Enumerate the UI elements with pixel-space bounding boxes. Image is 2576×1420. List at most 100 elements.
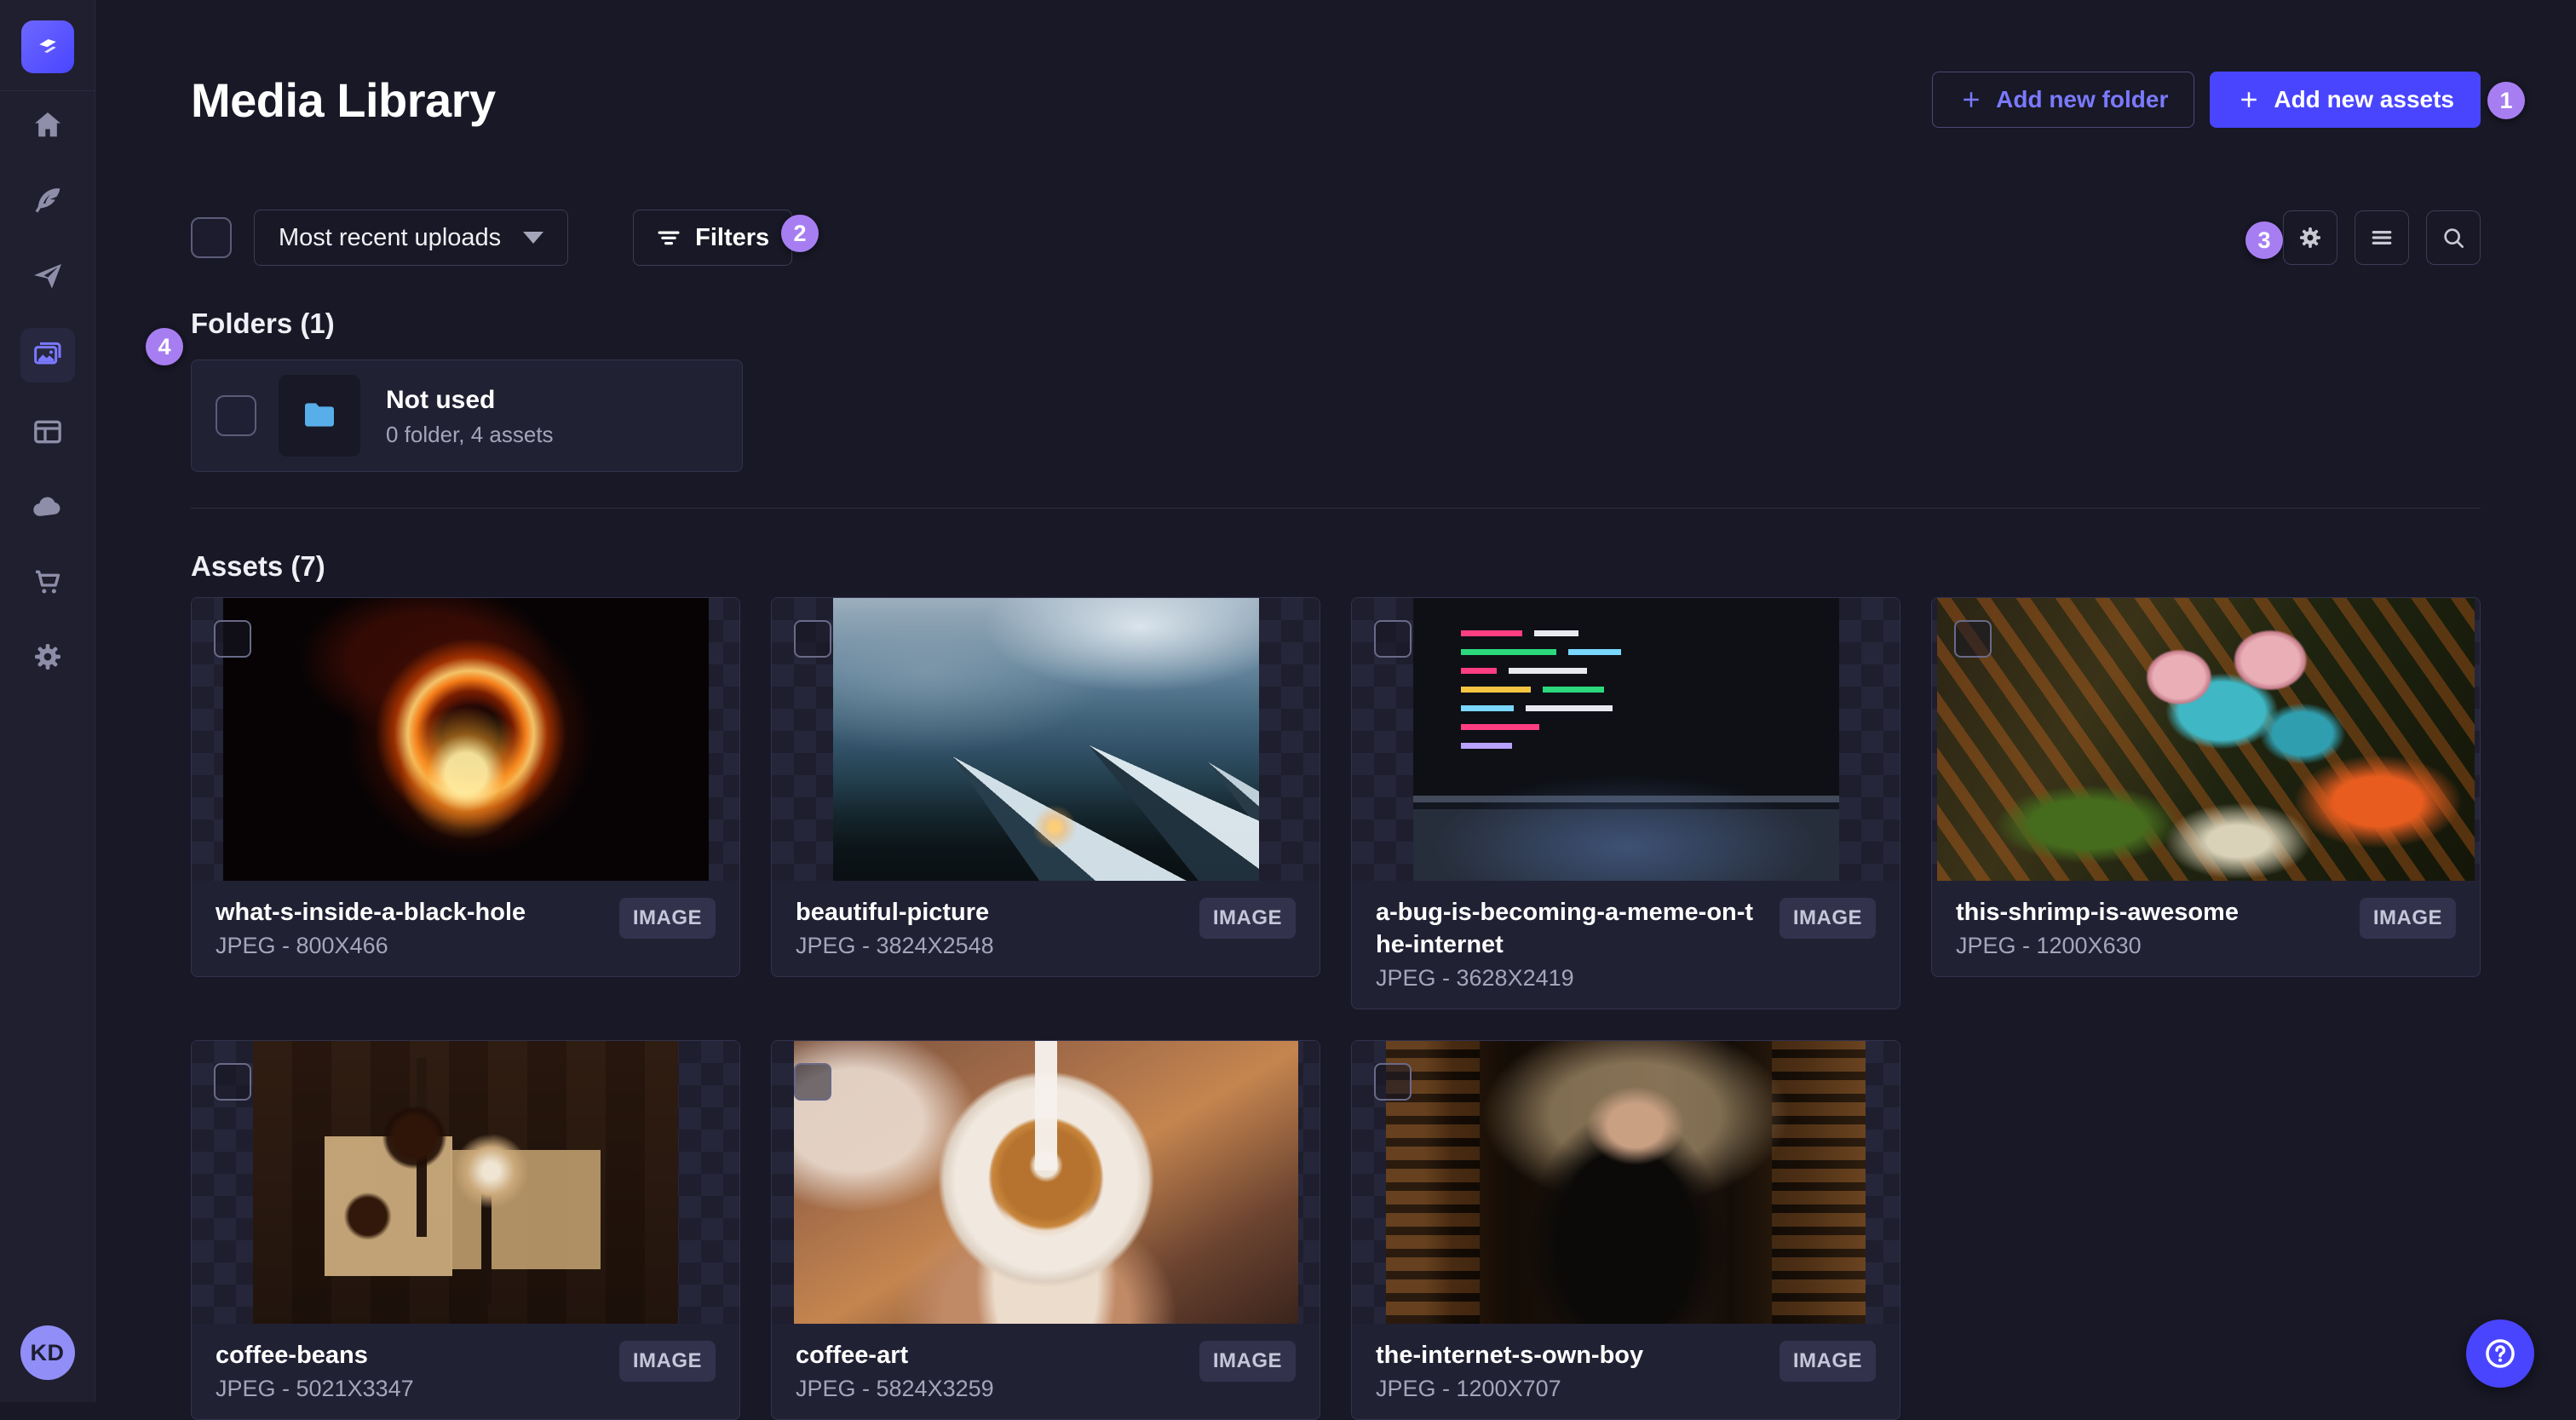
asset-checkbox[interactable]	[1374, 620, 1412, 658]
view-controls	[2283, 210, 2481, 265]
asset-thumbnail	[1352, 1041, 1900, 1324]
media-library-icon	[31, 336, 65, 375]
asset-title: a-bug-is-becoming-a-meme-on-the-internet	[1376, 896, 1768, 961]
help-icon	[2482, 1336, 2518, 1371]
annotation-mark-2: 2	[781, 215, 819, 252]
asset-info: beautiful-picture JPEG - 3824X2548 IMAGE	[772, 881, 1320, 976]
asset-card[interactable]: this-shrimp-is-awesome JPEG - 1200X630 I…	[1931, 597, 2481, 977]
section-divider	[191, 508, 2481, 509]
asset-meta: JPEG - 5021X3347	[216, 1375, 607, 1402]
asset-card[interactable]: what-s-inside-a-black-hole JPEG - 800X46…	[191, 597, 740, 977]
select-all-checkbox[interactable]	[191, 217, 232, 258]
asset-checkbox[interactable]	[1374, 1063, 1412, 1101]
sidebar-item-marketplace[interactable]	[20, 560, 75, 607]
asset-checkbox[interactable]	[794, 1063, 831, 1101]
folder-checkbox[interactable]	[216, 395, 256, 436]
add-new-assets-label: Add new assets	[2274, 86, 2454, 113]
asset-card[interactable]: the-internet-s-own-boy JPEG - 1200X707 I…	[1351, 1040, 1900, 1420]
gear-icon	[2297, 224, 2324, 251]
sidebar-item-settings[interactable]	[20, 635, 75, 682]
sidebar-item-media-library[interactable]	[20, 328, 75, 382]
add-new-folder-label: Add new folder	[1996, 86, 2168, 113]
sort-select-value: Most recent uploads	[279, 224, 501, 252]
avatar[interactable]: KD	[20, 1325, 75, 1380]
shrimp-image	[1937, 598, 2475, 881]
asset-checkbox[interactable]	[214, 620, 251, 658]
coffee-art-image	[794, 1041, 1298, 1324]
asset-card[interactable]: beautiful-picture JPEG - 3824X2548 IMAGE	[771, 597, 1320, 977]
asset-type-badge: IMAGE	[1199, 1341, 1296, 1382]
asset-checkbox[interactable]	[1954, 620, 1992, 658]
asset-meta: JPEG - 800X466	[216, 932, 607, 959]
folder-icon	[299, 395, 340, 436]
asset-thumbnail	[192, 1041, 739, 1324]
sidebar-divider	[0, 90, 95, 91]
asset-type-badge: IMAGE	[1780, 1341, 1876, 1382]
sidebar-item-cloud[interactable]	[20, 485, 75, 532]
search-icon	[2440, 224, 2467, 251]
library-boy-image	[1386, 1041, 1866, 1324]
sidebar-item-home[interactable]	[20, 103, 75, 151]
folders-heading: Folders (1)	[191, 307, 2481, 341]
asset-meta: JPEG - 1200X707	[1376, 1375, 1768, 1402]
list-view-button[interactable]	[2355, 210, 2409, 265]
folder-tile	[279, 375, 360, 457]
asset-card[interactable]: coffee-art JPEG - 5824X3259 IMAGE	[771, 1040, 1320, 1420]
asset-type-badge: IMAGE	[2360, 898, 2456, 939]
filters-button[interactable]: Filters	[633, 210, 792, 266]
asset-type-badge: IMAGE	[619, 1341, 716, 1382]
asset-checkbox[interactable]	[214, 1063, 251, 1101]
asset-info: coffee-beans JPEG - 5021X3347 IMAGE	[192, 1324, 739, 1419]
sidebar-nav	[20, 103, 75, 682]
asset-thumbnail	[772, 598, 1320, 881]
asset-info: this-shrimp-is-awesome JPEG - 1200X630 I…	[1932, 881, 2480, 976]
mountain-image	[833, 598, 1259, 881]
main-content: Media Library Add new folder Add new ass…	[95, 0, 2576, 1420]
asset-info: what-s-inside-a-black-hole JPEG - 800X46…	[192, 881, 739, 976]
folder-name: Not used	[386, 384, 554, 417]
sidebar: KD	[0, 0, 95, 1402]
plus-icon	[2236, 87, 2262, 112]
add-new-folder-button[interactable]: Add new folder	[1932, 72, 2194, 128]
strapi-logo[interactable]	[21, 20, 74, 73]
feather-icon	[31, 183, 65, 221]
asset-type-badge: IMAGE	[619, 898, 716, 939]
asset-title: coffee-art	[796, 1339, 1187, 1371]
plus-icon	[1958, 87, 1984, 112]
add-new-assets-button[interactable]: Add new assets	[2210, 72, 2481, 128]
annotation-mark-4: 4	[146, 328, 183, 365]
asset-meta: JPEG - 1200X630	[1956, 932, 2348, 959]
asset-type-badge: IMAGE	[1780, 898, 1876, 939]
toolbar: Most recent uploads Filters	[191, 210, 2481, 266]
asset-card[interactable]: coffee-beans JPEG - 5021X3347 IMAGE	[191, 1040, 740, 1420]
home-icon	[31, 108, 65, 147]
search-button[interactable]	[2426, 210, 2481, 265]
asset-checkbox[interactable]	[794, 620, 831, 658]
asset-thumbnail	[192, 598, 739, 881]
asset-type-badge: IMAGE	[1199, 898, 1296, 939]
sort-select[interactable]: Most recent uploads	[254, 210, 568, 266]
cloud-icon	[31, 490, 65, 528]
asset-title: what-s-inside-a-black-hole	[216, 896, 607, 928]
cog-button[interactable]	[2283, 210, 2337, 265]
sidebar-item-releases[interactable]	[20, 253, 75, 301]
filter-icon	[656, 225, 681, 250]
help-button[interactable]	[2466, 1319, 2534, 1388]
sidebar-item-content-manager[interactable]	[20, 178, 75, 226]
code-laptop-image	[1413, 598, 1839, 881]
asset-meta: JPEG - 5824X3259	[796, 1375, 1187, 1402]
asset-title: this-shrimp-is-awesome	[1956, 896, 2348, 928]
folder-card[interactable]: Not used 0 folder, 4 assets	[191, 359, 743, 472]
page-header: Media Library Add new folder Add new ass…	[191, 0, 2481, 128]
folder-meta: 0 folder, 4 assets	[386, 422, 554, 448]
asset-meta: JPEG - 3824X2548	[796, 932, 1187, 959]
layout-icon	[31, 415, 65, 453]
sidebar-item-content-type-builder[interactable]	[20, 410, 75, 457]
asset-title: coffee-beans	[216, 1339, 607, 1371]
asset-info: coffee-art JPEG - 5824X3259 IMAGE	[772, 1324, 1320, 1419]
cart-icon	[31, 565, 65, 603]
header-actions: Add new folder Add new assets	[1932, 72, 2481, 128]
asset-info: a-bug-is-becoming-a-meme-on-the-internet…	[1352, 881, 1900, 1009]
black-hole-image	[223, 598, 709, 881]
asset-card[interactable]: a-bug-is-becoming-a-meme-on-the-internet…	[1351, 597, 1900, 1009]
